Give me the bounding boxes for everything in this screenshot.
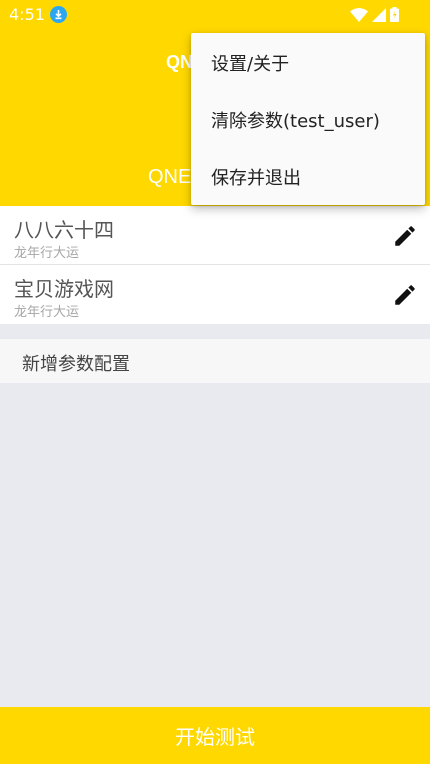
item-subtitle: 龙年行大运 bbox=[14, 305, 80, 320]
edit-icon[interactable] bbox=[392, 282, 418, 308]
menu-item-clear-params[interactable]: 清除参数(test_user) bbox=[191, 91, 425, 148]
signal-icon bbox=[372, 7, 386, 26]
app-title: QN bbox=[166, 52, 193, 72]
list-item[interactable]: 宝贝游戏网 龙年行大运 bbox=[0, 265, 430, 324]
status-time: 4:51 bbox=[9, 5, 45, 24]
item-title: 宝贝游戏网 bbox=[14, 277, 114, 301]
item-subtitle: 龙年行大运 bbox=[14, 246, 80, 261]
status-icons bbox=[350, 7, 399, 26]
item-title: 八八六十四 bbox=[14, 218, 114, 242]
edit-icon[interactable] bbox=[392, 223, 418, 249]
wifi-icon bbox=[350, 7, 368, 26]
start-test-button[interactable]: 开始测试 bbox=[0, 707, 430, 764]
add-config-label: 新增参数配置 bbox=[22, 354, 130, 375]
overflow-menu: 设置/关于 清除参数(test_user) 保存并退出 bbox=[191, 33, 425, 205]
config-list: 八八六十四 龙年行大运 宝贝游戏网 龙年行大运 bbox=[0, 206, 430, 324]
download-icon bbox=[50, 6, 67, 23]
battery-icon bbox=[390, 7, 399, 26]
status-bar: 4:51 bbox=[0, 0, 430, 30]
list-item[interactable]: 八八六十四 龙年行大运 bbox=[0, 206, 430, 265]
menu-item-settings-about[interactable]: 设置/关于 bbox=[191, 34, 425, 91]
add-config-button[interactable]: 新增参数配置 bbox=[0, 339, 430, 383]
menu-item-save-exit[interactable]: 保存并退出 bbox=[191, 148, 425, 205]
header-bottom-text: QNE bbox=[148, 166, 192, 188]
